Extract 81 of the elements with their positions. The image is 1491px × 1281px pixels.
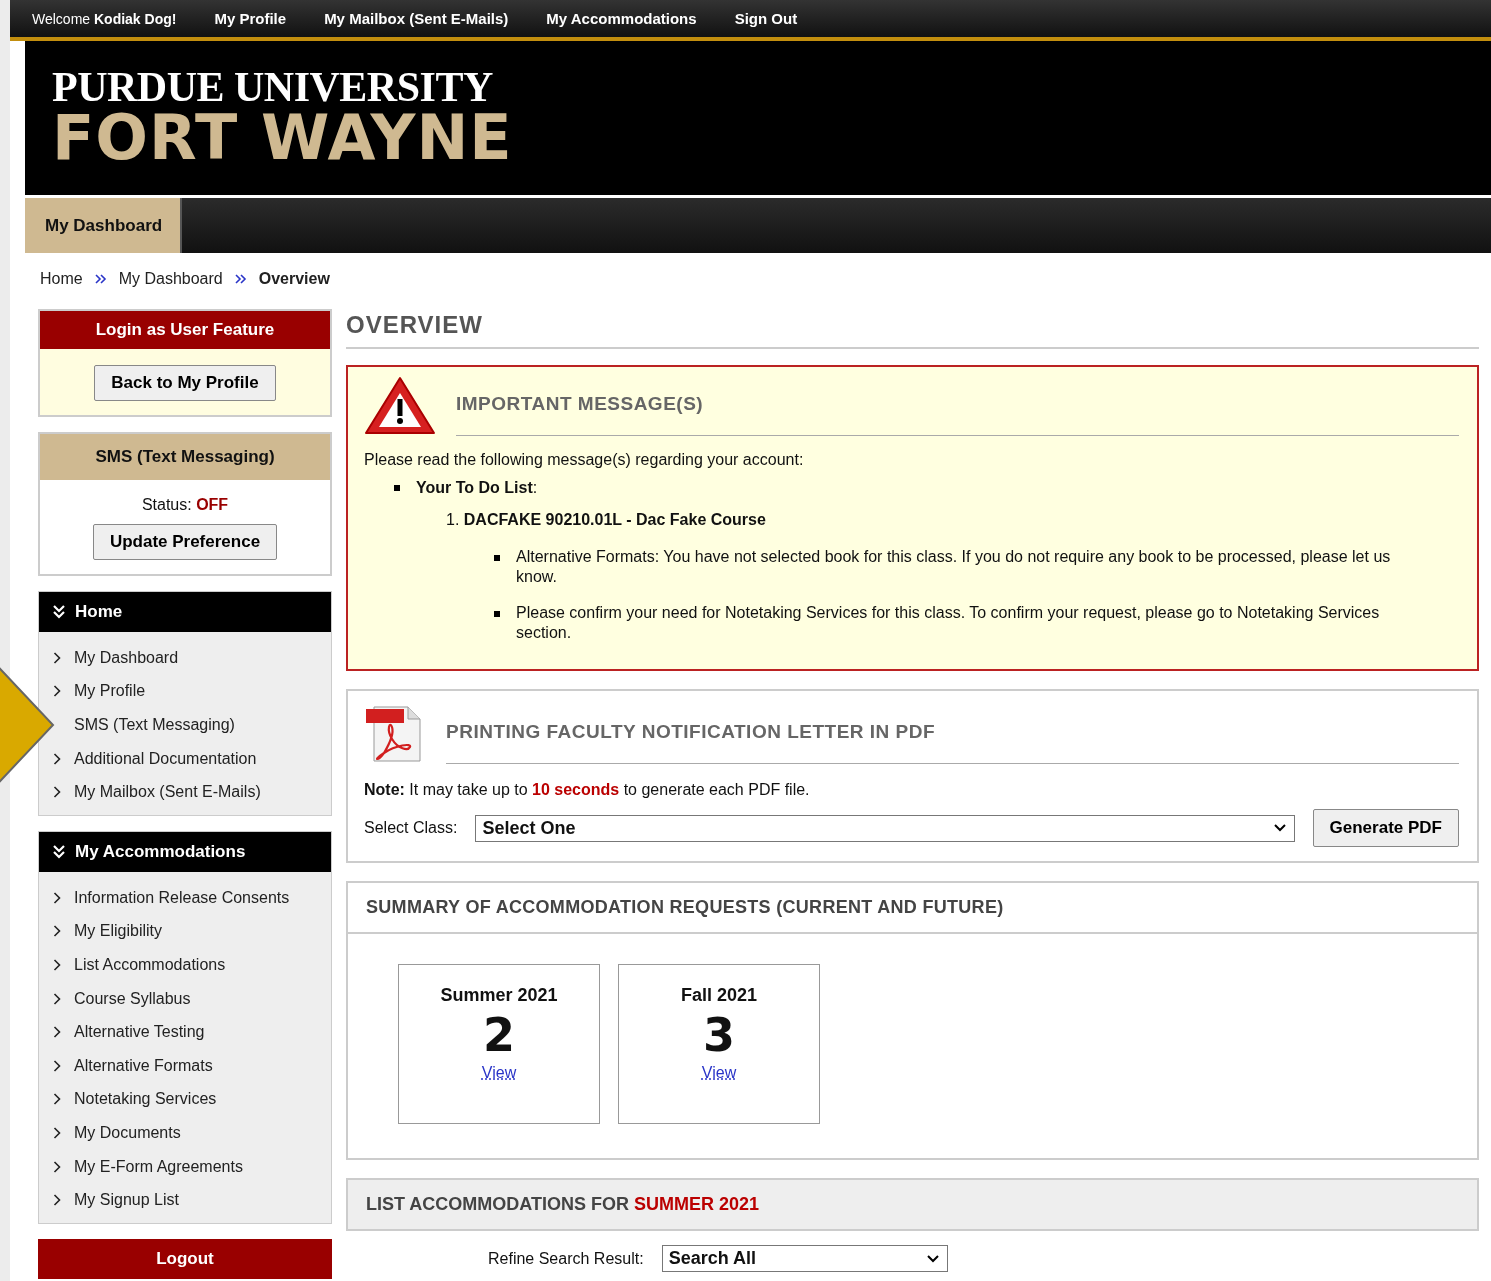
chevron-icon bbox=[53, 1093, 61, 1106]
menu-title: My Accommodations bbox=[75, 841, 246, 862]
chevron-icon bbox=[53, 891, 61, 904]
menu-item[interactable]: My Mailbox (Sent E-Mails) bbox=[74, 783, 261, 802]
top-nav-link[interactable]: My Mailbox (Sent E-Mails) bbox=[324, 10, 509, 27]
menu-item[interactable]: List Accommodations bbox=[74, 955, 226, 974]
menu-item[interactable]: Course Syllabus bbox=[74, 989, 191, 1008]
top-nav-link[interactable]: Sign Out bbox=[734, 10, 798, 27]
chevron-icon bbox=[53, 992, 61, 1005]
bullet-icon bbox=[494, 611, 500, 617]
nav-tab[interactable]: My Dashboard bbox=[25, 198, 183, 253]
breadcrumb-link[interactable]: My Dashboard bbox=[118, 270, 223, 288]
panel-title: Login as User Feature bbox=[40, 311, 330, 349]
logo: PURDUE UNIVERSITY FORT WAYNE bbox=[51, 67, 513, 169]
class-select[interactable]: Select One bbox=[475, 814, 1295, 842]
select-class-label: Select Class: bbox=[364, 819, 458, 837]
double-chevron-icon bbox=[234, 274, 247, 284]
menu-item[interactable]: Alternative Formats bbox=[74, 1056, 213, 1075]
chevron-icon bbox=[53, 1026, 61, 1039]
chevron-icon bbox=[53, 958, 61, 971]
menu-item[interactable]: Additional Documentation bbox=[74, 749, 257, 768]
chevron-icon bbox=[53, 1160, 61, 1173]
double-chevron-down-icon bbox=[53, 844, 65, 859]
refine-label: Refine Search Result: bbox=[488, 1249, 644, 1268]
menu-item[interactable]: My Dashboard bbox=[74, 648, 179, 667]
term-name: Fall 2021 bbox=[680, 985, 758, 1006]
chevron-icon bbox=[53, 1059, 61, 1072]
refine-select[interactable]: Search All bbox=[661, 1245, 948, 1272]
dropdown-caret-icon bbox=[926, 1254, 939, 1263]
todo-message: Please confirm your need for Notetaking Services for this class. To confirm your request, please go to Notetaking Services section. bbox=[516, 603, 1381, 643]
chevron-icon bbox=[53, 651, 61, 664]
menu-item[interactable]: My Eligibility bbox=[74, 922, 162, 941]
bullet-icon bbox=[494, 555, 500, 561]
view-link[interactable]: View bbox=[481, 1064, 517, 1082]
sms-status: Status: OFF bbox=[141, 496, 229, 514]
chevron-icon bbox=[53, 786, 61, 799]
view-link[interactable]: View bbox=[701, 1064, 737, 1082]
chevron-icon bbox=[53, 1126, 61, 1139]
dropdown-caret-icon bbox=[1273, 824, 1286, 832]
menu-item[interactable]: SMS (Text Messaging) bbox=[74, 716, 235, 734]
course-item: 1. DACFAKE 90210.01L - Dac Fake Course bbox=[446, 511, 766, 528]
breadcrumb-link[interactable]: Home bbox=[40, 270, 83, 288]
menu-item[interactable]: Notetaking Services bbox=[74, 1090, 217, 1109]
todo-message: Alternative Formats: You have not selected book for this class. If you do not require any book to be processed, please let us know. bbox=[516, 547, 1392, 587]
request-count: 3 bbox=[703, 1007, 735, 1064]
todo-label: Your To Do List: bbox=[416, 479, 538, 497]
panel-title: SMS (Text Messaging) bbox=[40, 434, 330, 480]
message-intro: Please read the following message(s) regarding your account: bbox=[364, 451, 805, 469]
double-chevron-down-icon bbox=[53, 605, 65, 619]
menu-item[interactable]: My Signup List bbox=[74, 1191, 179, 1210]
update-preference-button[interactable]: Update Preference bbox=[92, 524, 278, 560]
chevron-icon bbox=[53, 752, 61, 765]
warning-icon bbox=[364, 375, 436, 437]
breadcrumb-link[interactable]: Overview bbox=[258, 270, 330, 288]
chevron-icon bbox=[53, 925, 61, 938]
top-nav-link[interactable]: My Profile bbox=[214, 10, 287, 27]
double-chevron-icon bbox=[94, 274, 107, 284]
menu-item[interactable]: My Documents bbox=[74, 1123, 181, 1142]
section-title: SUMMARY OF ACCOMMODATION REQUESTS (CURRENT AND FUTURE) bbox=[348, 883, 1477, 934]
logout-button[interactable]: Logout bbox=[38, 1238, 332, 1279]
chevron-icon bbox=[53, 685, 61, 698]
bullet-icon bbox=[394, 485, 400, 491]
menu-header[interactable]: My Accommodations bbox=[39, 831, 331, 872]
request-count: 2 bbox=[483, 1007, 515, 1064]
section-title: PRINTING FACULTY NOTIFICATION LETTER IN PDF bbox=[446, 721, 1459, 764]
section-title: LIST ACCOMMODATIONS FOR SUMMER 2021 bbox=[366, 1194, 760, 1214]
menu-item[interactable]: My E-Form Agreements bbox=[74, 1157, 243, 1176]
menu-header[interactable]: Home bbox=[39, 592, 331, 632]
menu-item[interactable]: Alternative Testing bbox=[74, 1023, 205, 1042]
welcome-text: Welcome Kodiak Dog! bbox=[32, 10, 177, 27]
top-nav-link[interactable]: My Accommodations bbox=[546, 10, 697, 27]
chevron-icon bbox=[53, 1194, 61, 1207]
generate-pdf-button[interactable]: Generate PDF bbox=[1312, 809, 1459, 847]
menu-item[interactable]: Information Release Consents bbox=[74, 888, 290, 907]
section-title: IMPORTANT MESSAGE(S) bbox=[456, 393, 1459, 436]
menu-item[interactable]: My Profile bbox=[74, 682, 146, 701]
term-name: Summer 2021 bbox=[440, 985, 558, 1006]
page-title: OVERVIEW bbox=[346, 309, 1479, 349]
back-to-profile-button[interactable]: Back to My Profile bbox=[94, 365, 276, 401]
pdf-note: Note: It may take up to 10 seconds to generate each PDF file. bbox=[364, 781, 811, 799]
menu-title: Home bbox=[75, 602, 123, 622]
